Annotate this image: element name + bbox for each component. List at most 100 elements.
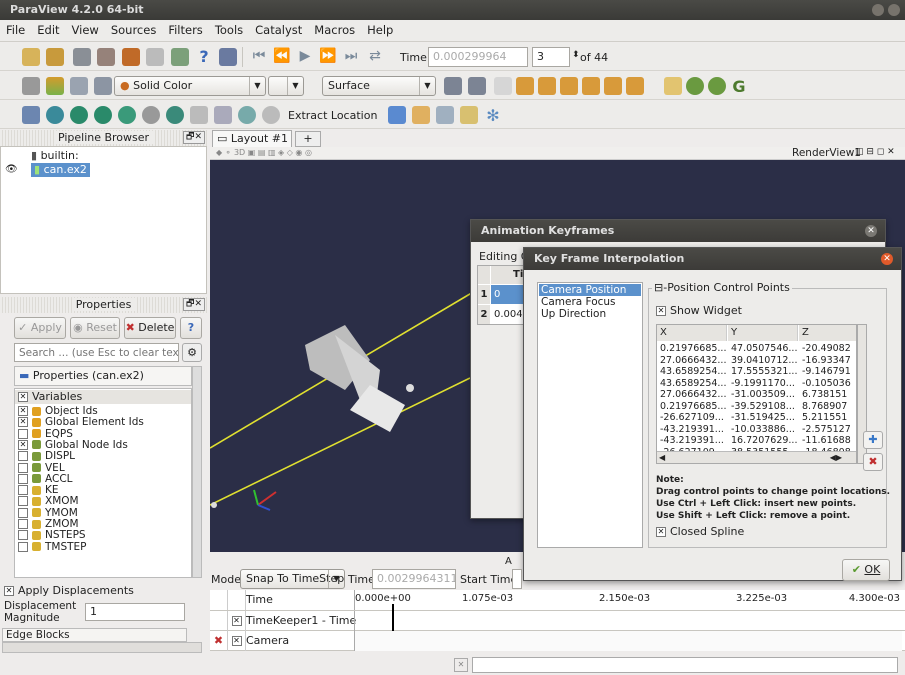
eye-icon[interactable]: 👁 bbox=[5, 164, 18, 175]
apply-button[interactable]: ✓ Apply bbox=[14, 317, 66, 339]
tab-layout-1[interactable]: ▭ Layout #1 ✕ bbox=[212, 130, 292, 161]
menu-catalyst[interactable]: Catalyst bbox=[249, 20, 308, 40]
control-point-cell[interactable]: -9.146791 bbox=[802, 366, 856, 377]
first-frame-icon[interactable]: ⏮ bbox=[250, 48, 268, 66]
variable-row[interactable]: ✕ Global Element Ids bbox=[18, 417, 144, 428]
reset-camera-icon[interactable] bbox=[494, 77, 512, 95]
color-by-select[interactable]: ● Solid Color ▼ bbox=[114, 76, 266, 96]
control-point-cell[interactable]: -43.219391... bbox=[660, 435, 728, 446]
time-input[interactable]: 0.000299964 bbox=[428, 47, 528, 67]
control-point-cell[interactable]: -20.49082 bbox=[802, 343, 856, 354]
remove-point-button[interactable]: ✖ bbox=[863, 453, 883, 471]
list-item-up-direction[interactable]: Up Direction bbox=[539, 308, 641, 320]
rotate-icon[interactable]: G bbox=[730, 77, 748, 96]
show-widget-checkbox[interactable]: ✕ Show Widget bbox=[656, 304, 742, 317]
python-calculator-icon[interactable] bbox=[412, 106, 430, 124]
minimize-button[interactable] bbox=[872, 4, 884, 16]
variable-checkbox[interactable] bbox=[18, 428, 28, 439]
menu-tools[interactable]: Tools bbox=[209, 20, 249, 40]
threshold-icon[interactable] bbox=[118, 106, 136, 124]
representation-select[interactable]: Surface ▼ bbox=[322, 76, 436, 96]
timestep-spin-arrows[interactable]: ⬍ bbox=[572, 50, 580, 60]
control-point-cell[interactable]: 0.21976685... bbox=[660, 343, 728, 354]
control-point-cell[interactable]: -2.575127 bbox=[802, 424, 856, 435]
calculator-icon[interactable] bbox=[22, 106, 40, 124]
close-icon[interactable]: ✕ bbox=[881, 253, 893, 265]
track-timeline[interactable] bbox=[354, 611, 902, 631]
variable-row[interactable]: TMSTEP bbox=[18, 541, 87, 553]
variable-checkbox[interactable] bbox=[18, 473, 28, 484]
contour-icon[interactable] bbox=[46, 106, 64, 124]
control-point-cell[interactable]: -43.219391... bbox=[660, 424, 728, 435]
menu-macros[interactable]: Macros bbox=[308, 20, 361, 40]
component-select[interactable]: ▼ bbox=[268, 76, 304, 96]
track-timeline[interactable] bbox=[354, 631, 902, 651]
control-point-cell[interactable]: 27.0666432... bbox=[660, 389, 728, 400]
variable-checkbox[interactable]: ✕ bbox=[18, 439, 28, 450]
rescale-visible-icon[interactable] bbox=[94, 77, 112, 95]
properties-help-button[interactable]: ? bbox=[180, 317, 202, 339]
panel-undock-icon[interactable]: 🗗✕ bbox=[183, 131, 205, 144]
collapse-icon[interactable]: ⊟ bbox=[654, 281, 663, 294]
control-point-cell[interactable]: -39.529108... bbox=[731, 401, 799, 412]
enable-track-checkbox[interactable]: ✕ bbox=[228, 611, 246, 631]
column-y-header[interactable]: Y bbox=[728, 325, 798, 341]
pipeline-item-can-ex2[interactable]: ▮ can.ex2 bbox=[31, 163, 90, 177]
properties-section-header[interactable]: ▬ Properties (can.ex2) bbox=[14, 366, 192, 386]
menu-view[interactable]: View bbox=[66, 20, 105, 40]
properties-scrollbar[interactable] bbox=[192, 366, 202, 578]
previous-frame-icon[interactable]: ⏪ bbox=[273, 48, 291, 66]
control-point-cell[interactable]: 43.6589254... bbox=[660, 366, 728, 377]
variable-checkbox[interactable] bbox=[18, 485, 28, 496]
last-frame-icon[interactable]: ⏭ bbox=[342, 48, 360, 66]
next-frame-icon[interactable]: ⏩ bbox=[319, 48, 337, 66]
rotate-minus-90-icon[interactable] bbox=[708, 77, 726, 95]
color-map-editor-icon[interactable] bbox=[22, 77, 40, 95]
list-item-camera-position[interactable]: Camera Position bbox=[539, 284, 641, 296]
reset-button[interactable]: ◉ Reset bbox=[70, 317, 120, 339]
toggle-color-legend-icon[interactable] bbox=[444, 77, 462, 95]
control-point[interactable] bbox=[211, 502, 217, 508]
enable-track-checkbox[interactable]: ✕ bbox=[228, 631, 246, 651]
start-time-input[interactable] bbox=[512, 569, 522, 589]
view-minus-x-icon[interactable] bbox=[538, 77, 556, 95]
add-tab-button[interactable]: + bbox=[295, 131, 321, 147]
displacement-magnitude-input[interactable]: 1 bbox=[85, 603, 185, 621]
plot-data-icon[interactable] bbox=[460, 106, 478, 124]
panel-undock-icon[interactable]: 🗗✕ bbox=[183, 298, 205, 311]
control-point-cell[interactable]: 16.7207629... bbox=[731, 435, 799, 446]
integrate-variables-icon[interactable] bbox=[436, 106, 454, 124]
timeline-cursor[interactable] bbox=[392, 604, 395, 631]
view-split-icons[interactable]: ◫ ⊟ ◻ ✕ bbox=[855, 147, 905, 159]
control-point-cell[interactable]: 27.0666432... bbox=[660, 355, 728, 366]
plot-over-line-icon[interactable] bbox=[388, 106, 406, 124]
closed-spline-checkbox[interactable]: ✕ Closed Spline bbox=[656, 525, 744, 538]
properties-search-input[interactable] bbox=[14, 343, 179, 362]
center-axes-icon[interactable] bbox=[664, 77, 682, 95]
view-tools-icons[interactable]: ◆ ⚬ 3D ▣ ▤ ▥ ◈ ◇ ◉ ◎ bbox=[216, 148, 376, 158]
extract-subset-icon[interactable] bbox=[142, 106, 160, 124]
menu-edit[interactable]: Edit bbox=[31, 20, 65, 40]
variable-checkbox[interactable]: ✕ bbox=[18, 406, 28, 416]
view-plus-y-icon[interactable] bbox=[560, 77, 578, 95]
play-icon[interactable]: ▶ bbox=[296, 48, 314, 66]
mode-select[interactable]: Snap To TimeSteps ▼ bbox=[240, 569, 345, 589]
list-item-camera-focus[interactable]: Camera Focus bbox=[539, 296, 641, 308]
edge-blocks-header[interactable]: Edge Blocks bbox=[2, 628, 187, 642]
advanced-gear-icon[interactable]: ⚙ bbox=[182, 343, 202, 362]
timeline-ruler[interactable]: 0.000e+00 1.075e-03 2.150e-03 3.225e-03 4.30… bbox=[354, 590, 902, 610]
variable-checkbox[interactable]: ✕ bbox=[18, 417, 28, 428]
rescale-custom-icon[interactable] bbox=[70, 77, 88, 95]
view-minus-z-icon[interactable] bbox=[626, 77, 644, 95]
extract-level-icon[interactable] bbox=[262, 106, 280, 124]
control-point-cell[interactable]: 8.768907 bbox=[802, 401, 856, 412]
menu-filters[interactable]: Filters bbox=[162, 20, 208, 40]
reset-session-icon[interactable] bbox=[219, 48, 237, 66]
control-point-cell[interactable]: -10.033886... bbox=[731, 424, 799, 435]
control-point-cell[interactable]: 47.0507546... bbox=[731, 343, 799, 354]
close-window-button[interactable] bbox=[888, 4, 900, 16]
variable-checkbox[interactable] bbox=[18, 507, 28, 518]
horizontal-scrollbar[interactable] bbox=[2, 642, 202, 653]
table-horizontal-scrollbar[interactable]: ◀ ◀▶ bbox=[657, 451, 856, 463]
control-point-cell[interactable]: -31.003509... bbox=[731, 389, 799, 400]
